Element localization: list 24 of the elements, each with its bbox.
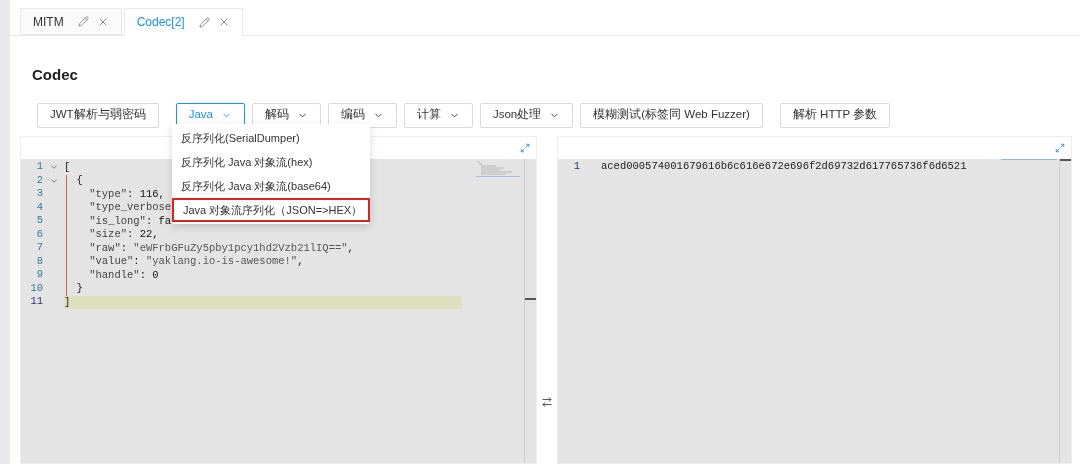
line-number: 6 [35, 226, 43, 242]
code-line: { [75, 174, 83, 188]
line-number: 2 [35, 172, 43, 188]
code-line: } [75, 282, 83, 296]
line-number: 8 [35, 253, 43, 269]
line-number: 5 [35, 213, 43, 229]
code-line: "value": "yaklang.io-is-awesome!", [88, 255, 304, 269]
line-number: 1 [35, 159, 43, 175]
code-line: [ [64, 160, 71, 174]
line-number: 1 [572, 159, 580, 175]
line-number: 10 [29, 280, 43, 296]
line-number: 4 [35, 199, 43, 215]
code-line: "type": 116, [88, 187, 165, 201]
line-number: 7 [35, 240, 43, 256]
code-line: "size": 22, [88, 228, 159, 242]
code-line: "raw": "eWFrbGFuZy5pby1pcy1hd2Vzb21lIQ==", [88, 241, 354, 255]
line-number: 3 [35, 186, 43, 202]
line-number: 9 [35, 267, 43, 283]
code-line: "is_long": fa [88, 214, 172, 228]
code-line: "type_verbose [88, 201, 172, 215]
code-line: aced000574001679616b6c616e672e696f2d69732d617765736f6d6521 [601, 159, 967, 175]
page-title: Codec [32, 65, 79, 85]
code-line: "handle": 0 [88, 268, 159, 282]
line-number: 11 [29, 294, 43, 310]
